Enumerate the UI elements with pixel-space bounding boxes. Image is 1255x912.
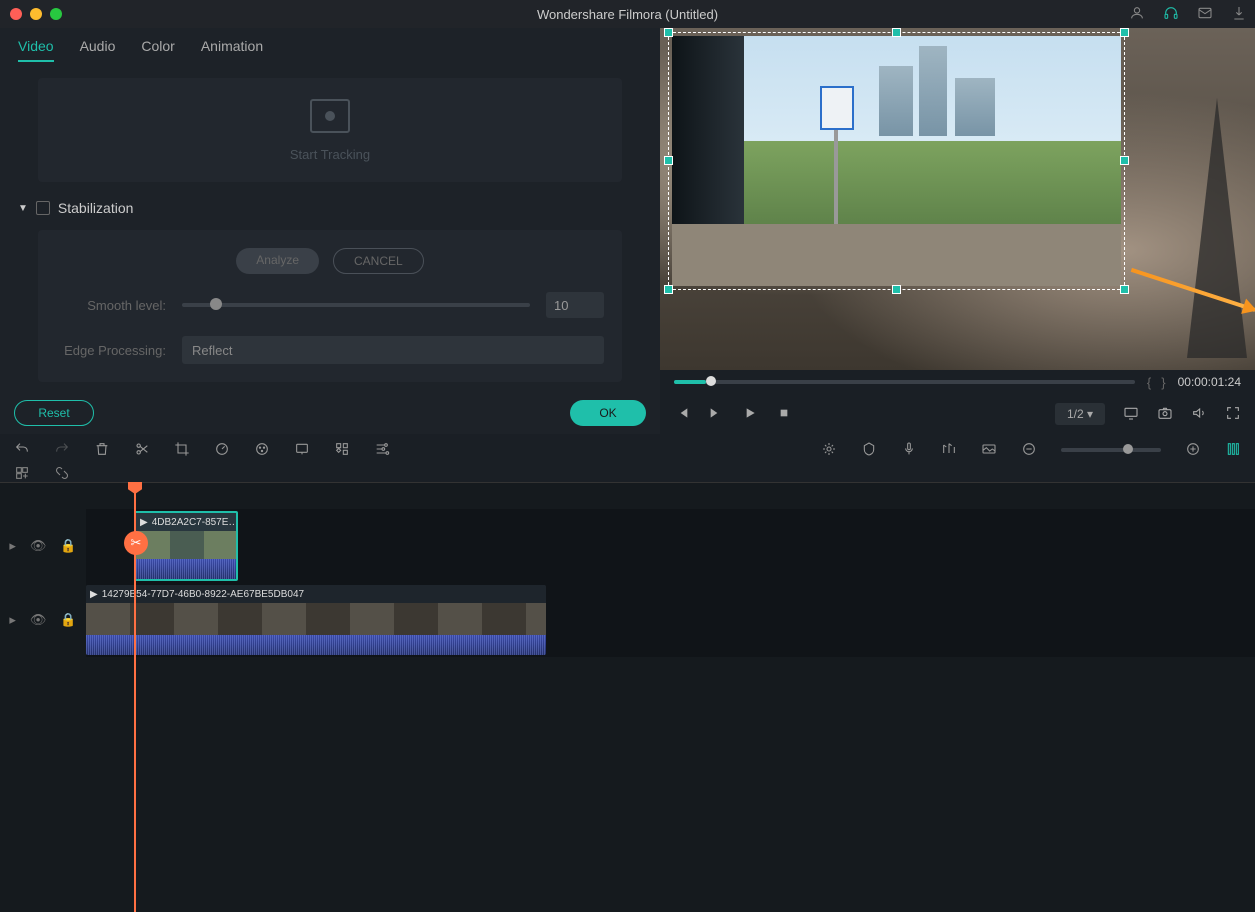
preview-zoom-select[interactable]: 1/2 ▾ — [1055, 403, 1105, 425]
app-title: Wondershare Filmora (Untitled) — [537, 7, 718, 22]
smooth-level-label: Smooth level: — [56, 298, 166, 313]
stabilization-title: Stabilization — [58, 200, 134, 216]
prev-frame-icon[interactable] — [674, 405, 690, 424]
audio-mixer-icon[interactable] — [941, 441, 957, 460]
add-track-icon[interactable] — [14, 465, 30, 484]
reset-button[interactable]: Reset — [14, 400, 94, 426]
next-frame-icon[interactable] — [708, 405, 724, 424]
snapshot-icon[interactable] — [1157, 405, 1173, 424]
preview-controls: 1/2 ▾ — [660, 394, 1255, 434]
speed-icon[interactable] — [214, 441, 230, 460]
window-traffic-lights — [0, 8, 62, 20]
stabilization-checkbox[interactable] — [36, 201, 50, 215]
marker-icon[interactable] — [861, 441, 877, 460]
edge-processing-label: Edge Processing: — [56, 343, 166, 358]
green-screen-icon[interactable] — [294, 441, 310, 460]
selection-rectangle[interactable] — [668, 32, 1125, 290]
stabilization-body: Analyze CANCEL Smooth level: 10 Edge Pro… — [38, 230, 622, 382]
track-video-toggle-icon[interactable]: ▸ — [9, 538, 16, 554]
edge-processing-select[interactable]: Reflect — [182, 336, 604, 364]
ok-button[interactable]: OK — [570, 400, 646, 426]
account-icon[interactable] — [1129, 5, 1145, 24]
stabilization-section-header[interactable]: ▼ Stabilization — [18, 196, 642, 220]
properties-panel: Video Audio Color Animation Start Tracki… — [0, 28, 660, 434]
title-bar: Wondershare Filmora (Untitled) — [0, 0, 1255, 28]
record-voice-icon[interactable] — [901, 441, 917, 460]
track-visibility-icon[interactable]: 👁 — [30, 538, 47, 554]
preview-progress-slider[interactable] — [674, 380, 1135, 384]
crop-icon[interactable] — [174, 441, 190, 460]
track-lock-icon[interactable]: 🔒 — [60, 538, 76, 554]
timeline-toolbar — [0, 434, 1255, 466]
track-lock-icon[interactable]: 🔒 — [60, 612, 76, 628]
track-visibility-icon[interactable]: 👁 — [30, 612, 47, 628]
clip-1[interactable]: ▶4DB2A2C7-857E… — [134, 511, 238, 581]
mail-icon[interactable] — [1197, 5, 1213, 24]
preview-viewport[interactable] — [660, 28, 1255, 370]
tab-video[interactable]: Video — [18, 38, 54, 62]
delete-icon[interactable] — [94, 441, 110, 460]
properties-tabs: Video Audio Color Animation — [0, 28, 660, 68]
mark-in-icon[interactable]: { — [1147, 375, 1151, 390]
timeline-tracks: ▸ 👁 🔒 ▶4DB2A2C7-857E… ✂ ▸ 👁 🔒 ▶14279B54-… — [0, 483, 1255, 682]
mark-out-icon[interactable]: } — [1161, 375, 1165, 390]
preview-scrub-row: {} 00:00:01:24 — [660, 370, 1255, 394]
split-indicator-icon[interactable]: ✂ — [124, 531, 148, 555]
headset-icon[interactable] — [1163, 5, 1179, 24]
undo-icon[interactable] — [14, 441, 30, 460]
smooth-level-value[interactable]: 10 — [546, 292, 604, 318]
motion-tracking-box[interactable]: Start Tracking — [38, 78, 622, 182]
color-icon[interactable] — [254, 441, 270, 460]
settings-icon[interactable] — [374, 441, 390, 460]
redo-icon[interactable] — [54, 441, 70, 460]
volume-icon[interactable] — [1191, 405, 1207, 424]
track-row: ▸ 👁 🔒 ▶4DB2A2C7-857E… ✂ — [0, 509, 1255, 583]
tracking-target-icon — [310, 99, 350, 133]
thumbnail-icon[interactable] — [981, 441, 997, 460]
tab-audio[interactable]: Audio — [80, 38, 116, 62]
download-icon[interactable] — [1231, 5, 1247, 24]
render-icon[interactable] — [821, 441, 837, 460]
zoom-in-icon[interactable] — [1185, 441, 1201, 460]
keyframe-icon[interactable] — [334, 441, 350, 460]
timeline-options-icon[interactable] — [1225, 441, 1241, 460]
preview-panel: {} 00:00:01:24 1/2 ▾ — [660, 28, 1255, 434]
timeline-zoom-slider[interactable] — [1061, 448, 1161, 452]
analyze-button[interactable]: Analyze — [236, 248, 319, 274]
cancel-button[interactable]: CANCEL — [333, 248, 424, 274]
split-icon[interactable] — [134, 441, 150, 460]
tab-animation[interactable]: Animation — [201, 38, 263, 62]
track-video-toggle-icon[interactable]: ▸ — [9, 612, 16, 628]
clip-2[interactable]: ▶14279B54-77D7-46B0-8922-AE67BE5DB047 — [86, 585, 546, 655]
tab-color[interactable]: Color — [141, 38, 174, 62]
stop-icon[interactable] — [776, 405, 792, 424]
caret-down-icon: ▼ — [18, 203, 28, 214]
preview-timecode: 00:00:01:24 — [1178, 375, 1241, 389]
display-icon[interactable] — [1123, 405, 1139, 424]
track-row: ▸ 👁 🔒 ▶14279B54-77D7-46B0-8922-AE67BE5DB… — [0, 583, 1255, 657]
start-tracking-label: Start Tracking — [290, 147, 370, 162]
close-window-icon[interactable] — [10, 8, 22, 20]
link-toggle-icon[interactable] — [54, 465, 70, 484]
maximize-window-icon[interactable] — [50, 8, 62, 20]
minimize-window-icon[interactable] — [30, 8, 42, 20]
play-icon[interactable] — [742, 405, 758, 424]
clip-1-label: 4DB2A2C7-857E… — [152, 517, 236, 528]
smooth-level-slider[interactable] — [182, 303, 530, 307]
zoom-out-icon[interactable] — [1021, 441, 1037, 460]
fullscreen-icon[interactable] — [1225, 405, 1241, 424]
clip-2-label: 14279B54-77D7-46B0-8922-AE67BE5DB047 — [102, 589, 304, 600]
